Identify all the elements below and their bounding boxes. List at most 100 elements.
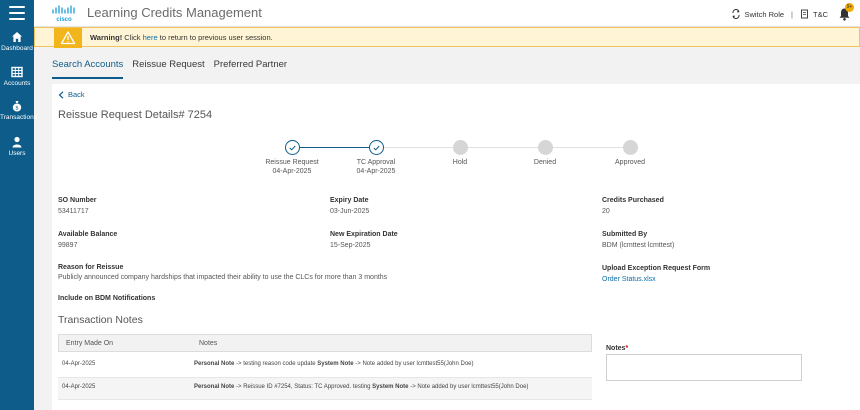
table-row: 04-Apr-2025 Personal Note -> testing rea… <box>58 352 592 378</box>
back-link[interactable]: Back <box>58 90 85 99</box>
step-tc-approval: TC Approval 04-Apr-2025 <box>336 140 416 176</box>
credits-purchased-field: Credits Purchased 20 <box>602 197 664 215</box>
terms-link[interactable]: T&C <box>813 10 828 19</box>
check-icon <box>372 145 380 151</box>
notifications-button[interactable]: 9+ <box>838 3 854 21</box>
sidebar-item-dashboard[interactable]: Dashboard <box>0 31 34 52</box>
step-approved: Approved <box>590 140 670 167</box>
warning-icon-box <box>54 28 82 48</box>
cell-notes: Personal Note -> testing reason code upd… <box>194 361 474 367</box>
svg-text:cisco: cisco <box>56 17 72 23</box>
tab-search-accounts[interactable]: Search Accounts <box>52 59 124 79</box>
field-label: SO Number <box>58 197 97 204</box>
check-icon <box>288 145 296 151</box>
note-text: -> Reissue ID #7254, Status: TC Approved… <box>234 384 373 390</box>
field-value: Publicly announced company hardships tha… <box>58 274 388 281</box>
tab-reissue-request[interactable]: Reissue Request <box>132 59 204 79</box>
step-reissue-request: Reissue Request 04-Apr-2025 <box>252 140 332 176</box>
step-denied: Denied <box>505 140 585 167</box>
step-done-marker <box>368 140 384 155</box>
money-bag-icon: $ <box>12 101 22 112</box>
field-value: 99897 <box>58 242 78 249</box>
reason-field: Reason for Reissue Publicly announced co… <box>58 264 387 281</box>
bdm-notifications-field: Include on BDM Notifications <box>58 295 155 306</box>
field-label: New Expiration Date <box>330 231 398 238</box>
required-mark: * <box>625 345 629 352</box>
upload-form-field: Upload Exception Request Form Order Stat… <box>602 265 710 283</box>
new-expiration-date-field: New Expiration Date 15-Sep-2025 <box>330 231 398 249</box>
cell-date: 04-Apr-2025 <box>62 361 96 367</box>
field-value: 03-Jun-2025 <box>330 208 370 215</box>
step-label: Reissue Request <box>265 159 319 166</box>
tab-bar: Search Accounts Reissue Request Preferre… <box>52 59 296 79</box>
warning-text: to return to previous user session. <box>157 33 273 42</box>
page-title: Reissue Request Details# 7254 <box>58 109 213 121</box>
field-label: Include on BDM Notifications <box>58 295 156 302</box>
switch-role-link[interactable]: Switch Role <box>744 10 784 19</box>
app-title: Learning Credits Management <box>87 5 262 20</box>
field-label: Available Balance <box>58 231 118 238</box>
step-hold: Hold <box>420 140 500 167</box>
step-label: TC Approval <box>356 159 396 166</box>
so-number-field: SO Number 53411717 <box>58 197 97 215</box>
field-label: Credits Purchased <box>602 197 664 204</box>
grid-icon <box>11 66 23 78</box>
switch-role-icon <box>732 9 740 19</box>
field-value: BDM (lcmttest lcmttest) <box>602 242 675 249</box>
available-balance-field: Available Balance 99897 <box>58 231 117 249</box>
tab-preferred-partner[interactable]: Preferred Partner <box>214 59 287 79</box>
header-separator: | <box>791 9 793 19</box>
step-date: 04-Apr-2025 <box>272 168 312 175</box>
field-label: Reason for Reissue <box>58 264 124 271</box>
sidebar-item-transactions[interactable]: $ Transactions <box>0 100 37 121</box>
transaction-notes-title: Transaction Notes <box>58 314 143 326</box>
transaction-notes-table: Entry Made On Notes 04-Apr-2025 Personal… <box>58 334 592 400</box>
step-done-marker <box>284 140 300 155</box>
note-tag: System Note <box>317 361 354 367</box>
note-tag: System Note <box>372 384 409 390</box>
sidebar-item-label: Accounts <box>3 80 31 87</box>
step-label: Approved <box>615 159 645 166</box>
step-date: 04-Apr-2025 <box>356 168 396 175</box>
note-text: -> Note added by user lcmttest55(John Do… <box>408 384 529 390</box>
notes-label-text: Notes <box>606 345 626 352</box>
sidebar-item-label: Users <box>8 150 26 157</box>
hamburger-menu-icon[interactable] <box>9 6 25 20</box>
cell-date: 04-Apr-2025 <box>62 384 96 390</box>
field-value: 20 <box>602 208 610 215</box>
warning-icon <box>60 31 76 45</box>
field-label: Expiry Date <box>330 197 369 204</box>
table-header: Entry Made On Notes <box>58 334 592 352</box>
note-tag: Personal Note <box>194 361 235 367</box>
note-text: -> Note added by user lcmttest55(John Do… <box>353 361 474 367</box>
attachment-link[interactable]: Order Status.xlsx <box>602 276 710 283</box>
sidebar-item-users[interactable]: Users <box>0 136 34 157</box>
warning-message: Warning! Click here to return to previou… <box>90 33 273 42</box>
sidebar-item-label: Dashboard <box>1 45 33 52</box>
notification-badge: 9+ <box>845 3 854 12</box>
column-header: Entry Made On <box>66 340 114 347</box>
field-label: Submitted By <box>602 231 648 238</box>
warning-label: Warning! <box>90 33 123 42</box>
field-label: Upload Exception Request Form <box>602 265 711 272</box>
table-row: 04-Apr-2025 Personal Note -> Reissue ID … <box>58 378 592 400</box>
step-pending-marker <box>622 140 638 155</box>
sidebar-item-accounts[interactable]: Accounts <box>0 66 34 87</box>
sidebar-item-label: Transactions <box>0 114 37 121</box>
submitted-by-field: Submitted By BDM (lcmttest lcmttest) <box>602 231 674 249</box>
return-session-link[interactable]: here <box>143 33 158 42</box>
user-icon <box>12 136 22 148</box>
document-icon <box>801 9 808 19</box>
svg-text:$: $ <box>15 106 19 112</box>
warning-text: Click <box>122 33 143 42</box>
field-value: 15-Sep-2025 <box>330 242 371 249</box>
notes-textarea[interactable] <box>606 354 802 381</box>
back-label: Back <box>68 90 85 99</box>
cisco-logo: cisco <box>52 5 75 23</box>
column-header: Notes <box>199 340 218 347</box>
note-text: -> testing reason code update <box>234 361 318 367</box>
status-stepper: Reissue Request 04-Apr-2025 TC Approval … <box>252 140 652 180</box>
sidebar: Dashboard Accounts $ Transactions Users <box>0 0 37 410</box>
step-pending-marker <box>537 140 553 155</box>
header-actions: Switch Role | T&C 9+ <box>731 3 854 21</box>
